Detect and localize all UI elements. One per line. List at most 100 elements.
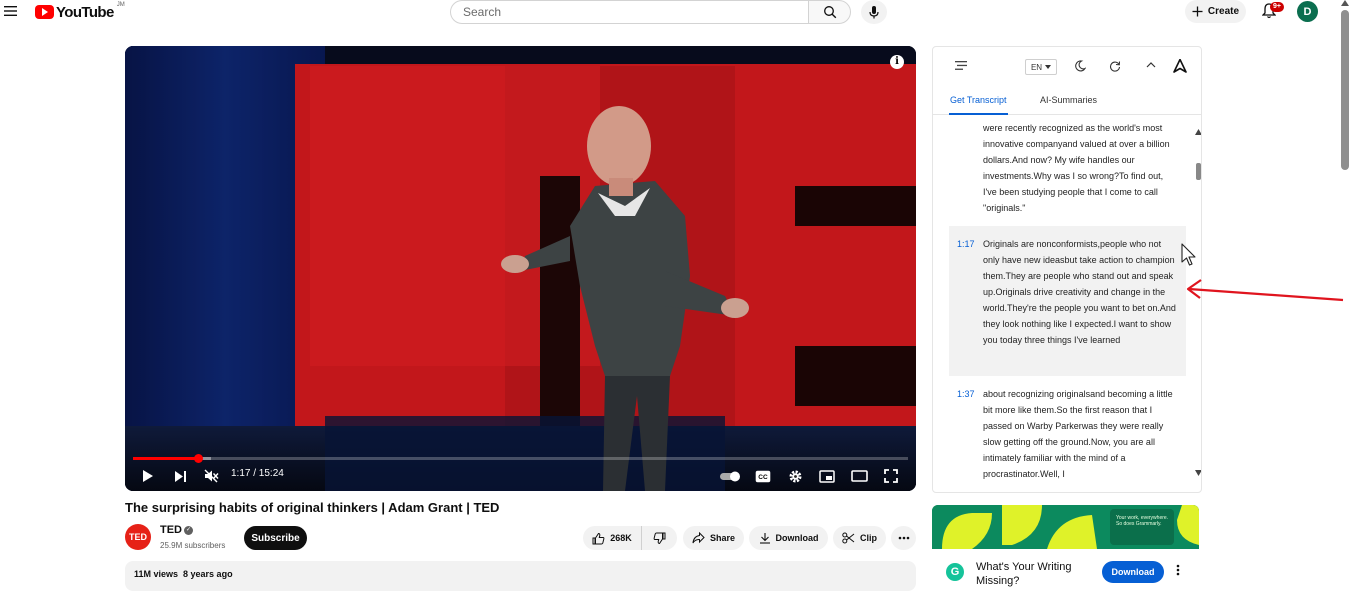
search-icon (823, 6, 836, 19)
ad-download-button[interactable]: Download (1102, 561, 1164, 583)
verified-check-icon: ✓ (184, 526, 193, 535)
progress-bar[interactable] (133, 454, 908, 463)
page-scroll-thumb[interactable] (1341, 10, 1349, 170)
thumbs-up-icon (592, 532, 605, 544)
fullscreen-button[interactable] (881, 466, 901, 486)
menu-icon[interactable] (4, 4, 20, 20)
segment-timestamp[interactable]: 1:17 (957, 236, 975, 252)
volume-muted-icon (204, 469, 219, 483)
transcript-segment[interactable]: 1:37 about recognizing originalsand beco… (949, 386, 1186, 492)
youtube-play-icon (35, 5, 54, 19)
share-button[interactable]: Share (683, 526, 744, 550)
search-input[interactable]: Search (450, 0, 809, 24)
microphone-icon (869, 6, 879, 19)
menu-lines-icon (955, 61, 967, 70)
channel-name[interactable]: TED (160, 524, 182, 536)
plus-icon (1192, 6, 1203, 17)
youtube-logo[interactable]: YouTube JM (35, 2, 125, 21)
ad-more-button[interactable] (1176, 564, 1188, 580)
theater-icon (850, 470, 868, 482)
miniplayer-button[interactable] (817, 466, 837, 486)
svg-text:CC: CC (758, 474, 768, 481)
transcript-segment-active[interactable]: 1:17 Originals are nonconformists,people… (949, 226, 1186, 376)
captions-button[interactable]: CC (753, 466, 773, 486)
settings-button[interactable] (785, 466, 805, 486)
clip-label: Clip (860, 533, 877, 543)
annotation-arrow-icon (1186, 279, 1344, 302)
segment-timestamp[interactable]: 1:37 (957, 386, 975, 402)
tab-get-transcript[interactable]: Get Transcript (949, 95, 1008, 115)
thumbs-down-icon (653, 532, 666, 544)
download-icon (759, 533, 770, 544)
theater-mode-button[interactable] (849, 466, 869, 486)
settings-lines-button[interactable] (955, 61, 967, 70)
transcript-toolbar: EN (933, 47, 1201, 87)
transcript-scroll-thumb[interactable] (1196, 163, 1201, 180)
ad-headline[interactable]: What's Your Writing Missing? (976, 560, 1088, 588)
voice-search-button[interactable] (861, 0, 887, 24)
views-and-date: 11M views 8 years ago (134, 569, 233, 579)
miniplayer-icon (819, 469, 835, 483)
more-horizontal-icon (898, 536, 909, 540)
scroll-down-arrow-icon[interactable] (1195, 470, 1202, 476)
download-label: Download (775, 533, 819, 543)
play-icon (143, 470, 153, 482)
ad-banner-text: Your work, everywhere. So does Grammarly… (1116, 515, 1169, 527)
play-button[interactable] (139, 466, 157, 486)
create-label: Create (1207, 6, 1240, 17)
page-scroll-up-icon[interactable] (1341, 0, 1349, 6)
more-vertical-icon (1176, 564, 1180, 576)
autoplay-toggle[interactable] (719, 466, 743, 486)
gear-icon (789, 470, 801, 482)
segment-text: were recently recognized as the world's … (983, 123, 1170, 213)
segment-text: Originals are nonconformists,people who … (983, 239, 1176, 345)
video-title: The surprising habits of original thinke… (125, 500, 500, 515)
notification-count-badge: 9+ (1270, 2, 1284, 12)
scroll-up-arrow-icon[interactable] (1195, 129, 1202, 135)
language-value: EN (1030, 62, 1043, 72)
ad-banner[interactable]: Your work, everywhere. So does Grammarly… (932, 505, 1199, 549)
transcript-scrollbar[interactable] (1195, 129, 1201, 484)
video-player[interactable]: i 1:17 / 15:24 CC (125, 46, 916, 491)
transcript-panel: EN Get Transcript AI-Summaries were rece… (932, 46, 1202, 493)
transcript-tabs: Get Transcript AI-Summaries (933, 87, 1201, 115)
tab-ai-summaries[interactable]: AI-Summaries (1040, 95, 1097, 115)
like-button[interactable]: 268K (583, 526, 641, 550)
more-actions-button[interactable] (891, 526, 916, 550)
transcript-segment[interactable]: were recently recognized as the world's … (949, 120, 1186, 216)
caret-down-icon (1045, 65, 1052, 69)
subscribe-button[interactable]: Subscribe (244, 526, 307, 550)
collapse-button[interactable] (1146, 62, 1156, 68)
transcript-list: were recently recognized as the world's … (933, 116, 1196, 492)
share-label: Share (709, 533, 735, 543)
next-button[interactable] (171, 466, 189, 486)
captions-icon: CC (755, 470, 771, 482)
like-count: 268K (610, 533, 632, 543)
refresh-button[interactable] (1109, 60, 1121, 72)
played-bar (133, 457, 198, 460)
create-button[interactable]: Create (1185, 0, 1246, 23)
skip-next-icon (174, 470, 186, 482)
segment-text: about recognizing originalsand becoming … (983, 389, 1173, 479)
description-box[interactable]: 11M views 8 years ago (125, 561, 916, 591)
refresh-icon (1109, 61, 1121, 72)
info-icon[interactable]: i (890, 55, 904, 69)
dark-mode-button[interactable] (1074, 60, 1086, 72)
country-code-badge: JM (116, 2, 125, 8)
chevron-up-icon (1146, 62, 1156, 68)
clip-button[interactable]: Clip (833, 526, 886, 550)
channel-avatar[interactable]: TED (125, 524, 151, 550)
language-select[interactable]: EN (1025, 59, 1057, 75)
download-button[interactable]: Download (749, 526, 828, 550)
grammarly-logo-icon: G (946, 563, 964, 581)
account-avatar[interactable]: D (1297, 1, 1318, 22)
dislike-button[interactable] (641, 526, 677, 550)
moon-icon (1075, 60, 1086, 72)
fullscreen-icon (884, 469, 898, 483)
mouse-cursor-icon (1181, 243, 1196, 266)
mute-button[interactable] (202, 466, 220, 486)
search-button[interactable] (808, 0, 851, 24)
extension-logo[interactable] (1173, 59, 1187, 73)
scrubber-handle[interactable] (193, 454, 203, 463)
time-display: 1:17 / 15:24 (231, 468, 284, 479)
